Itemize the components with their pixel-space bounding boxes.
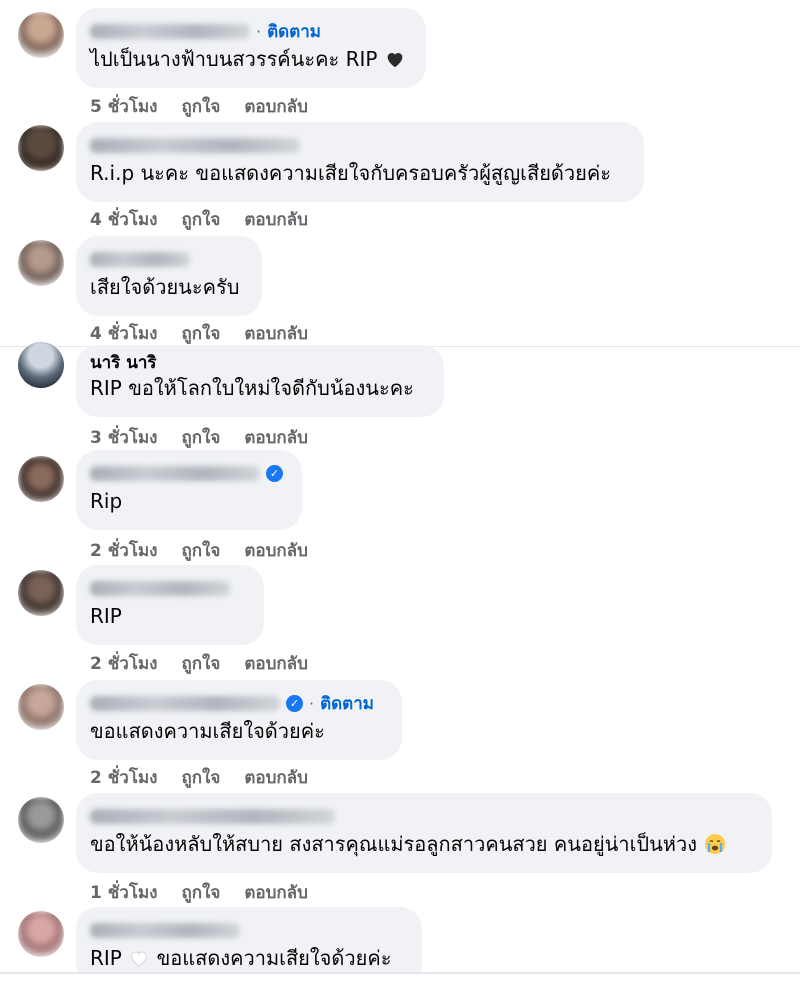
author-name[interactable]: นาริ นาริ [90,349,157,376]
like-button[interactable]: ถูกใจ [181,428,220,448]
avatar[interactable] [18,911,64,957]
timestamp[interactable]: 2 ชั่วโมง [90,654,157,674]
like-button[interactable]: ถูกใจ [181,324,220,344]
like-button[interactable]: ถูกใจ [181,883,220,903]
like-button[interactable]: ถูกใจ [181,541,220,561]
comment-actions: 1 ชั่วโมง ถูกใจ ตอบกลับ [90,879,332,906]
follow-button[interactable]: ติดตาม [320,690,374,717]
reply-button[interactable]: ตอบกลับ [244,541,308,561]
author-name-blurred[interactable] [90,251,190,267]
author-name-blurred[interactable] [90,695,280,711]
avatar[interactable] [18,456,64,502]
reply-button[interactable]: ตอบกลับ [244,883,308,903]
comment-actions: 5 ชั่วโมง ถูกใจ ตอบกลับ [90,93,332,120]
black-heart-icon [387,53,403,68]
like-button[interactable]: ถูกใจ [181,210,220,230]
comment-bubble: R.i.p นะคะ ขอแสดงความเสียใจกับครอบครัวผู… [76,122,644,202]
comment-bubble: RIP [76,565,264,645]
timestamp[interactable]: 5 ชั่วโมง [90,97,157,117]
avatar[interactable] [18,342,64,388]
timestamp[interactable]: 1 ชั่วโมง [90,883,157,903]
comment-bubble: ขอให้น้องหลับให้สบาย สงสารคุณแม่รอลูกสาว… [76,793,772,873]
comment-bubble: ✓ · ติดตาม ขอแสดงความเสียใจด้วยค่ะ [76,680,402,760]
comment-text: Rip [90,489,123,513]
white-heart-icon [131,951,148,967]
comment-actions: 2 ชั่วโมง ถูกใจ ตอบกลับ [90,650,332,677]
comment-actions: 2 ชั่วโมง ถูกใจ ตอบกลับ [90,537,332,564]
comment-actions: 3 ชั่วโมง ถูกใจ ตอบกลับ [90,424,332,451]
comment-bubble: · ติดตาม ไปเป็นนางฟ้าบนสวรรค์นะคะ RIP [76,8,426,88]
like-button[interactable]: ถูกใจ [181,97,220,117]
author-name-blurred[interactable] [90,922,240,938]
comment-text: RIP [90,604,122,628]
comment-text: ขอให้น้องหลับให้สบาย สงสารคุณแม่รอลูกสาว… [90,829,756,859]
timestamp[interactable]: 4 ชั่วโมง [90,324,157,344]
author-name-blurred[interactable] [90,137,300,153]
comment-actions: 2 ชั่วโมง ถูกใจ ตอบกลับ [90,764,332,791]
reply-button[interactable]: ตอบกลับ [244,210,308,230]
timestamp[interactable]: 4 ชั่วโมง [90,210,157,230]
avatar[interactable] [18,797,64,843]
author-name-blurred[interactable] [90,465,260,481]
like-button[interactable]: ถูกใจ [181,654,220,674]
comment-text: RIP ขอแสดงความเสียใจด้วยค่ะ [90,946,392,970]
follow-button[interactable]: ติดตาม [267,18,321,45]
avatar[interactable] [18,125,64,171]
comment-actions: 4 ชั่วโมง ถูกใจ ตอบกลับ [90,320,332,347]
author-name-blurred[interactable] [90,808,335,824]
avatar[interactable] [18,570,64,616]
verified-badge-icon: ✓ [266,464,283,482]
reply-button[interactable]: ตอบกลับ [244,768,308,788]
avatar[interactable] [18,684,64,730]
avatar[interactable] [18,12,64,58]
timestamp[interactable]: 3 ชั่วโมง [90,428,157,448]
bottom-crop [0,974,800,996]
comment-bubble: ✓ Rip [76,450,302,530]
reply-button[interactable]: ตอบกลับ [244,97,308,117]
reply-button[interactable]: ตอบกลับ [244,654,308,674]
comment-text: ขอแสดงความเสียใจด้วยค่ะ [90,719,325,743]
comment-actions: 4 ชั่วโมง ถูกใจ ตอบกลับ [90,206,332,233]
comment-text: เสียใจด้วยนะครับ [90,275,240,299]
reply-button[interactable]: ตอบกลับ [244,428,308,448]
comment-text: ไปเป็นนางฟ้าบนสวรรค์นะคะ RIP [90,44,410,74]
comment-bubble: นาริ นาริ RIP ขอให้โลกใบใหม่ใจดีกับน้องน… [76,345,444,417]
crying-face-icon [705,834,726,854]
verified-badge-icon: ✓ [286,694,303,712]
comment-text: RIP ขอให้โลกใบใหม่ใจดีกับน้องนะคะ [90,376,414,400]
avatar[interactable] [18,240,64,286]
author-name-blurred[interactable] [90,580,230,596]
comment-bubble: เสียใจด้วยนะครับ [76,236,262,316]
timestamp[interactable]: 2 ชั่วโมง [90,768,157,788]
comment-text: R.i.p นะคะ ขอแสดงความเสียใจกับครอบครัวผู… [90,161,611,185]
author-name-blurred[interactable] [90,23,250,39]
reply-button[interactable]: ตอบกลับ [244,324,308,344]
timestamp[interactable]: 2 ชั่วโมง [90,541,157,561]
like-button[interactable]: ถูกใจ [181,768,220,788]
